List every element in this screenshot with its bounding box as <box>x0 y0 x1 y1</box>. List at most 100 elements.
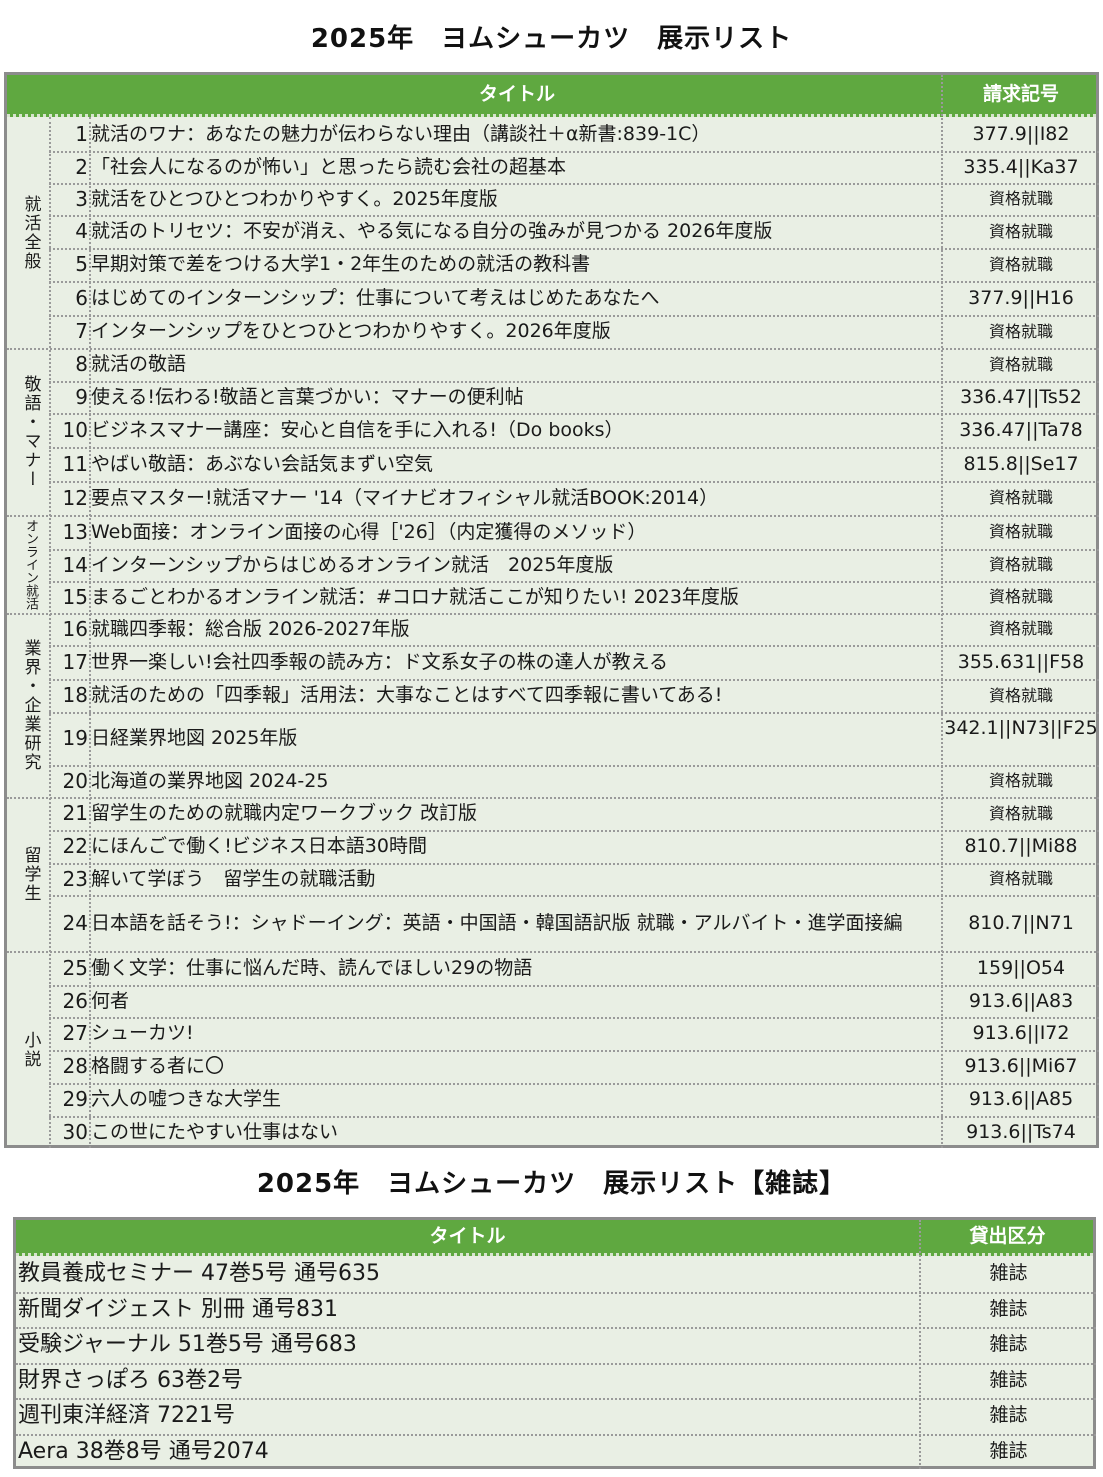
call-number: 資格就職 <box>988 686 1053 705</box>
magazine-table: タイトル 貸出区分 教員養成セミナー 47巻5号 通号635 雑誌 新聞ダイジェスト… <box>13 1217 1096 1469</box>
book-title: 留学生のための就職内定ワークブック 改訂版 <box>91 802 478 824</box>
book-title: 就活のための「四季報」活用法：大事なことはすべて四季報に書いてある! <box>91 684 723 706</box>
row-number: 24 <box>62 911 88 935</box>
row-number: 21 <box>62 801 88 825</box>
book-list-table: タイトル 請求記号 就活全般 敬語・マナー オンライン就活 業界・企業研究 留学生 小説 … <box>4 72 1099 1148</box>
call-number: 913.6||Ts74 <box>966 1121 1076 1143</box>
call-number: 資格就職 <box>988 189 1053 208</box>
magazine-table-header: タイトル 貸出区分 <box>16 1220 1093 1256</box>
call-number: 159||O54 <box>976 957 1066 979</box>
row-number: 27 <box>62 1021 88 1045</box>
call-number: 資格就職 <box>988 522 1053 541</box>
call-number: 913.6||Mi67 <box>964 1055 1078 1077</box>
call-number: 336.47||Ta78 <box>959 419 1083 441</box>
table-row: 18 就活のための「四季報」活用法：大事なことはすべて四季報に書いてある! 資格就職 <box>7 679 1096 712</box>
row-number: 14 <box>62 553 88 577</box>
table-row: 4 就活のトリセツ：不安が消え、やる気になる自分の強みが見つかる 2026年度版 資… <box>7 215 1096 248</box>
book-title: 早期対策で差をつける大学1・2年生のための就活の教科書 <box>91 253 591 275</box>
row-number: 20 <box>62 769 88 793</box>
row-number: 28 <box>62 1054 88 1078</box>
table-row: 19 日経業界地図 2025年版 342.1||N73||F25 <box>7 712 1098 765</box>
table-row: 13 Web面接：オンライン面接の心得［'26］（内定獲得のメソッド） 資格就職 <box>7 515 1096 549</box>
book-title: にほんごで働く!ビジネス日本語30時間 <box>91 835 427 857</box>
header-title: タイトル <box>478 83 555 105</box>
magazine-title-cell: 教員養成セミナー 47巻5号 通号635 <box>18 1261 380 1286</box>
magazine-row: 新聞ダイジェスト 別冊 通号831 雑誌 <box>16 1292 1093 1327</box>
call-number: 資格就職 <box>988 222 1053 241</box>
magazine-kind-cell: 雑誌 <box>989 1439 1028 1462</box>
row-number: 15 <box>62 585 88 609</box>
call-number: 資格就職 <box>988 587 1053 606</box>
call-number: 資格就職 <box>988 771 1053 790</box>
table-header: タイトル 請求記号 <box>7 75 1096 117</box>
book-title: 日経業界地図 2025年版 <box>91 727 298 749</box>
table-row: 2 「社会人になるのが怖い」と思ったら読む会社の超基本 335.4||Ka37 <box>7 151 1096 183</box>
page-title: 2025年 ヨムシューカツ 展示リスト <box>310 24 793 54</box>
call-number: 810.7||Mi88 <box>964 835 1078 857</box>
call-number: 355.631||F58 <box>957 651 1085 673</box>
table-row: 24 日本語を話そう!：シャドーイング：英語・中国語・韓国語訳版 就職・アルバイト… <box>7 895 1096 951</box>
table-row: 28 格闘する者に〇 913.6||Mi67 <box>7 1050 1096 1083</box>
call-number: 336.47||Ts52 <box>960 386 1082 408</box>
magazine-row: 週刊東洋経済 7221号 雑誌 <box>16 1398 1093 1433</box>
row-number: 1 <box>75 122 88 146</box>
table-row: 5 早期対策で差をつける大学1・2年生のための就活の教科書 資格就職 <box>7 248 1096 281</box>
table-row: 29 六人の嘘つきな大学生 913.6||A85 <box>7 1083 1096 1116</box>
row-number: 22 <box>62 834 88 858</box>
magazine-title: 2025年 ヨムシューカツ 展示リスト【雑誌】 <box>256 1169 847 1199</box>
header-call-number: 請求記号 <box>982 83 1059 105</box>
row-number: 2 <box>75 155 88 179</box>
call-number: 913.6||A83 <box>968 990 1074 1012</box>
row-number: 16 <box>62 617 88 641</box>
book-title: 「社会人になるのが怖い」と思ったら読む会社の超基本 <box>91 156 567 178</box>
table-row: 3 就活をひとつひとつわかりやすく。2025年度版 資格就職 <box>7 183 1096 215</box>
book-title: 格闘する者に〇 <box>91 1055 225 1077</box>
magazine-title-cell: 新聞ダイジェスト 別冊 通号831 <box>18 1296 338 1322</box>
book-title: 北海道の業界地図 2024-25 <box>91 770 329 792</box>
table-row: 12 要点マスター!就活マナー '14（マイナビオフィシャル就活BOOK:2014… <box>7 481 1096 515</box>
magazine-row: 受験ジャーナル 51巻5号 通号683 雑誌 <box>16 1327 1093 1362</box>
table-row: 23 解いて学ぼう 留学生の就職活動 資格就職 <box>7 863 1096 895</box>
call-number: 377.9||I82 <box>972 123 1070 145</box>
magazine-kind-cell: 雑誌 <box>989 1368 1028 1391</box>
magazine-title-cell: 受験ジャーナル 51巻5号 通号683 <box>18 1332 357 1357</box>
row-number: 23 <box>62 867 88 891</box>
row-number: 25 <box>62 956 88 980</box>
row-number: 9 <box>75 385 88 409</box>
row-number: 18 <box>62 683 88 707</box>
table-row: 22 にほんごで働く!ビジネス日本語30時間 810.7||Mi88 <box>7 830 1096 863</box>
call-number: 資格就職 <box>988 322 1053 341</box>
row-number: 12 <box>62 486 88 510</box>
magazine-kind-cell: 雑誌 <box>989 1262 1028 1284</box>
call-number: 810.7||N71 <box>968 912 1074 934</box>
table-row: 17 世界一楽しい!会社四季報の読み方：ド文系女子の株の達人が教える 355.631… <box>7 645 1096 679</box>
book-title: 日本語を話そう!：シャドーイング：英語・中国語・韓国語訳版 就職・アルバイト・進… <box>91 912 903 934</box>
table-row: 9 使える!伝わる!敬語と言葉づかい：マナーの便利帖 336.47||Ts52 <box>7 381 1096 413</box>
magazine-kind-cell: 雑誌 <box>989 1404 1028 1426</box>
book-title: 何者 <box>91 990 130 1012</box>
book-title: ビジネスマナー講座：安心と自信を手に入れる!（Do books） <box>91 419 624 441</box>
book-title: やばい敬語：あぶない会話気まずい空気 <box>91 453 434 475</box>
book-title: インターンシップからはじめるオンライン就活 2025年度版 <box>91 554 614 576</box>
table-row: 15 まるごとわかるオンライン就活：#コロナ就活ここが知りたい! 2023年度版 資… <box>7 581 1096 613</box>
magazine-kind-cell: 雑誌 <box>989 1333 1028 1355</box>
table-row: 21 留学生のための就職内定ワークブック 改訂版 資格就職 <box>7 797 1096 830</box>
book-title: Web面接：オンライン面接の心得［'26］（内定獲得のメソッド） <box>91 521 647 543</box>
magazine-row: 教員養成セミナー 47巻5号 通号635 雑誌 <box>16 1256 1093 1291</box>
book-title: 解いて学ぼう 留学生の就職活動 <box>91 868 376 890</box>
magazine-row: Aera 38巻8号 通号2074 雑誌 <box>16 1434 1093 1469</box>
row-number: 6 <box>75 286 88 310</box>
table-row: 20 北海道の業界地図 2024-25 資格就職 <box>7 765 1096 797</box>
magazine-title-cell: 週刊東洋経済 7221号 <box>18 1403 235 1428</box>
magazine-header-title: タイトル <box>429 1225 506 1247</box>
book-title: 使える!伝わる!敬語と言葉づかい：マナーの便利帖 <box>91 386 524 408</box>
table-row: 11 やばい敬語：あぶない会話気まずい空気 815.8||Se17 <box>7 447 1096 481</box>
book-title: はじめてのインターンシップ：仕事について考えはじめたあなたへ <box>91 287 660 309</box>
table-row: 30 この世にたやすい仕事はない 913.6||Ts74 <box>7 1116 1096 1148</box>
book-title: シューカツ! <box>91 1022 194 1044</box>
call-number: 913.6||A85 <box>968 1088 1074 1110</box>
call-number: 資格就職 <box>988 619 1053 638</box>
call-number: 815.8||Se17 <box>963 453 1079 475</box>
book-title: 就活をひとつひとつわかりやすく。2025年度版 <box>91 188 498 210</box>
table-row: 6 はじめてのインターンシップ：仕事について考えはじめたあなたへ 377.9||H1… <box>7 281 1096 315</box>
